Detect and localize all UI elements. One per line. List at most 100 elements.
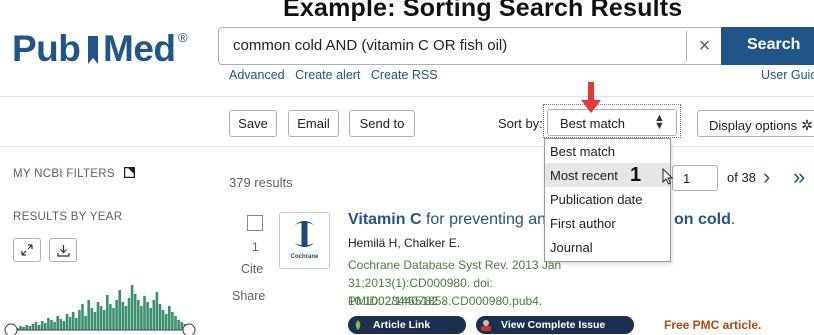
user-guide-link[interactable]: User Guide bbox=[761, 68, 814, 82]
histogram-bar bbox=[53, 322, 56, 330]
display-options-label: Display options bbox=[709, 118, 798, 133]
banner-title: Example: Sorting Search Results bbox=[283, 0, 683, 22]
save-button[interactable]: Save bbox=[229, 110, 277, 137]
close-icon: × bbox=[698, 34, 711, 57]
article-authors: Hemilä H, Chalker E. bbox=[348, 236, 461, 250]
gear-icon: ✲ bbox=[801, 117, 813, 133]
total-pages: of 38 bbox=[727, 170, 756, 185]
search-sublinks: Advanced Create alert Create RSS bbox=[229, 68, 445, 82]
free-pmc-link[interactable]: Free PMC article. bbox=[664, 318, 761, 332]
title-text: for preventing and bbox=[421, 211, 555, 228]
logo-med-text: Med bbox=[103, 28, 176, 69]
article-link-label: Article Link bbox=[373, 319, 431, 331]
download-chart-button[interactable] bbox=[49, 238, 77, 262]
sort-option-best-match[interactable]: Best match bbox=[545, 139, 670, 163]
advanced-link[interactable]: Advanced bbox=[229, 68, 285, 82]
cochrane-logo-icon bbox=[290, 221, 319, 247]
sort-option-first-author[interactable]: First author bbox=[545, 211, 670, 235]
range-handle-start[interactable] bbox=[4, 323, 18, 335]
histogram-bar bbox=[174, 316, 177, 330]
expand-chart-button[interactable] bbox=[13, 238, 41, 262]
histogram-bar bbox=[99, 306, 103, 330]
histogram-bar bbox=[37, 325, 41, 330]
results-by-year-label: RESULTS BY YEAR bbox=[13, 211, 123, 223]
reader-icon bbox=[479, 318, 493, 332]
article-link-button[interactable]: Article Link bbox=[348, 316, 466, 334]
results-by-year-histogram[interactable] bbox=[3, 270, 203, 335]
create-rss-link[interactable]: Create RSS bbox=[371, 68, 438, 82]
next-page-button[interactable]: › bbox=[763, 164, 770, 190]
article-title-tail[interactable]: on cold. bbox=[674, 211, 735, 229]
histogram-bar bbox=[78, 310, 81, 330]
histogram-bar bbox=[59, 319, 63, 330]
sort-arrows-icon: ▲ ▼ bbox=[654, 112, 665, 132]
histogram-bar bbox=[137, 300, 140, 330]
results-count: 379 results bbox=[229, 175, 293, 190]
divider bbox=[0, 96, 814, 97]
result-number: 1 bbox=[252, 240, 259, 254]
histogram-bar bbox=[50, 320, 53, 330]
create-alert-link[interactable]: Create alert bbox=[295, 68, 360, 82]
logo-pub-text: Pub bbox=[12, 28, 81, 69]
histogram-bar bbox=[68, 317, 72, 330]
title-tail-term: on cold bbox=[674, 211, 731, 228]
registered-mark: ® bbox=[178, 30, 188, 45]
histogram-bar bbox=[40, 321, 44, 330]
sort-option-most-recent[interactable]: Most recent 1 bbox=[545, 163, 674, 187]
histogram-bar bbox=[106, 295, 109, 330]
histogram-bar bbox=[130, 285, 134, 330]
histogram-bar bbox=[19, 326, 22, 330]
histogram-bar bbox=[84, 316, 87, 330]
view-complete-issue-label: View Complete Issue bbox=[501, 319, 606, 331]
display-options-button[interactable]: Display options ✲ bbox=[697, 110, 814, 137]
red-arrow-annotation-icon bbox=[581, 82, 601, 113]
clear-search-button[interactable]: × bbox=[686, 31, 722, 61]
histogram-bar bbox=[115, 300, 118, 330]
histogram-bar bbox=[143, 296, 146, 330]
histogram-bar bbox=[34, 322, 38, 330]
histogram-bar bbox=[158, 304, 162, 330]
histogram-bar bbox=[152, 300, 156, 330]
sort-option-publication-date[interactable]: Publication date bbox=[545, 187, 670, 211]
sort-dropdown-menu: Best match Most recent 1 Publication dat… bbox=[544, 138, 674, 262]
histogram-bar bbox=[118, 290, 121, 330]
search-button[interactable]: Search bbox=[721, 27, 814, 65]
histogram-bar bbox=[75, 318, 78, 330]
sort-option-journal[interactable]: Journal bbox=[545, 235, 670, 259]
range-handle-end[interactable] bbox=[182, 323, 196, 335]
histogram-bar bbox=[161, 310, 165, 330]
histogram-bar bbox=[44, 323, 47, 330]
article-pmid: PMID: 23440782 bbox=[348, 294, 439, 308]
email-button[interactable]: Email bbox=[288, 110, 339, 137]
histogram-bar bbox=[71, 312, 75, 330]
title-end: . bbox=[730, 211, 736, 228]
histogram-bar bbox=[81, 304, 84, 330]
cite-button[interactable]: Cite bbox=[241, 262, 263, 276]
article-title-link[interactable]: Vitamin C for preventing and bbox=[348, 211, 555, 229]
download-icon bbox=[56, 244, 70, 257]
histogram-bar bbox=[140, 306, 143, 330]
histogram-bar bbox=[62, 321, 66, 330]
sort-by-label: Sort by: bbox=[498, 116, 543, 131]
page-number-input[interactable]: 1 bbox=[672, 165, 718, 191]
send-to-button[interactable]: Send to bbox=[349, 110, 415, 137]
histogram-bar bbox=[146, 302, 149, 330]
banner: Example: Sorting Search Results bbox=[0, 0, 814, 24]
search-input[interactable] bbox=[233, 37, 673, 54]
title-bold-term: Vitamin C bbox=[348, 211, 422, 228]
result-checkbox[interactable] bbox=[247, 215, 263, 231]
histogram-bar bbox=[47, 318, 50, 330]
last-page-button[interactable]: » bbox=[793, 164, 805, 190]
histogram-bar bbox=[87, 300, 90, 330]
pubmed-logo[interactable]: Pub Med ® bbox=[12, 24, 202, 74]
sort-select[interactable]: Best match ▲ ▼ bbox=[547, 109, 677, 136]
my-ncbi-filters[interactable]: MY NCBI FILTERS bbox=[13, 167, 136, 180]
share-button[interactable]: Share bbox=[232, 289, 265, 303]
view-complete-issue-button[interactable]: View Complete Issue bbox=[476, 316, 634, 334]
journal-logo[interactable]: Cochrane bbox=[279, 212, 330, 269]
histogram-bar bbox=[31, 324, 35, 330]
external-link-icon bbox=[124, 167, 136, 178]
histogram-bar bbox=[149, 308, 152, 330]
histogram-bar bbox=[102, 310, 106, 330]
histogram-bar bbox=[56, 316, 59, 330]
